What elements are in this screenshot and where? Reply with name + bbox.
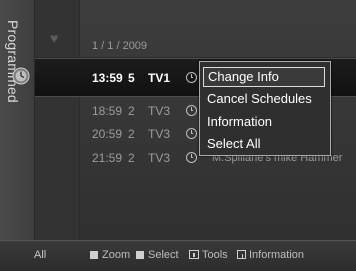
- tools-label: Tools: [202, 249, 228, 261]
- schedule-time: 18:59: [92, 104, 123, 118]
- schedule-channel: TV3: [148, 127, 171, 141]
- square-button-icon: [90, 251, 98, 259]
- info-icon: [237, 250, 246, 259]
- sidebar-title: Programmed: [5, 20, 21, 103]
- timer-clock-icon: [186, 72, 197, 83]
- schedule-time: 21:59: [92, 151, 123, 165]
- menu-item-cancel-schedules[interactable]: Cancel Schedules: [203, 89, 325, 109]
- menu-item-information[interactable]: Information: [203, 112, 325, 132]
- schedule-manager-screen: Programmed ♥ 1 / 1 / 2009 13:59 5 TV1 18…: [0, 0, 356, 271]
- schedule-channel-number: 2: [128, 151, 135, 165]
- select-hint[interactable]: Select: [136, 249, 179, 261]
- heart-icon: ♥: [50, 30, 59, 46]
- icon-column: ♥: [35, 0, 80, 240]
- filter-all[interactable]: All: [34, 249, 46, 261]
- timer-clock-icon: [186, 128, 197, 139]
- clock-icon: [12, 67, 30, 85]
- schedule-date: 1 / 1 / 2009: [92, 40, 148, 52]
- menu-item-change-info[interactable]: Change Info: [203, 67, 325, 87]
- icon-cell-header: ♥: [35, 0, 79, 58]
- select-label: Select: [148, 249, 179, 261]
- schedule-channel-number: 2: [128, 104, 135, 118]
- schedule-channel-number: 5: [128, 71, 135, 85]
- icon-cell-body: [35, 96, 79, 240]
- footer-bar: All Zoom Select Tools Information: [0, 240, 356, 271]
- schedule-channel: TV1: [148, 71, 171, 85]
- information-label: Information: [249, 249, 305, 261]
- schedule-time: 13:59: [92, 71, 123, 85]
- square-button-icon: [136, 251, 144, 259]
- schedule-time: 20:59: [92, 127, 123, 141]
- timer-clock-icon: [186, 105, 197, 116]
- sidebar: Programmed: [0, 0, 35, 240]
- tools-hint[interactable]: Tools: [189, 249, 228, 261]
- information-hint[interactable]: Information: [237, 249, 304, 261]
- schedule-channel-number: 2: [128, 127, 135, 141]
- timer-clock-icon: [186, 152, 197, 163]
- menu-item-select-all[interactable]: Select All: [203, 134, 325, 154]
- zoom-hint[interactable]: Zoom: [90, 249, 130, 261]
- tools-icon: [189, 250, 199, 259]
- schedule-channel: TV3: [148, 151, 171, 165]
- zoom-label: Zoom: [102, 249, 131, 261]
- tools-menu: Change Info Cancel Schedules Information…: [199, 61, 331, 156]
- schedule-channel: TV3: [148, 104, 171, 118]
